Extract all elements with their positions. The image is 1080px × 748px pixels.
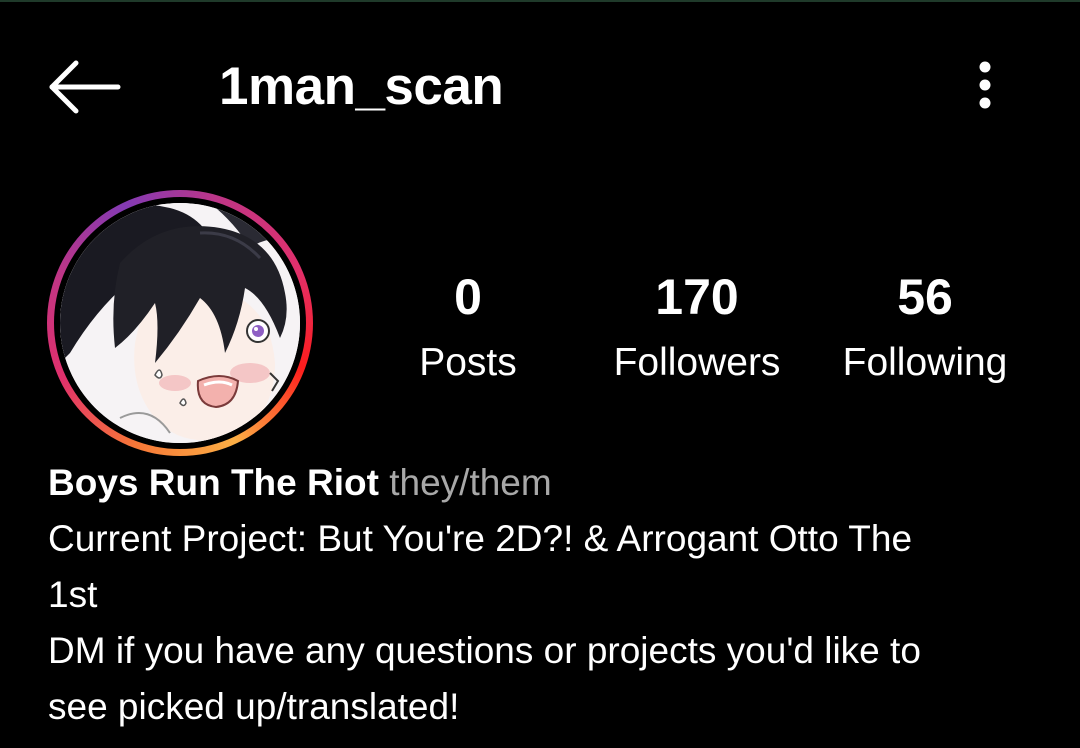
posts-count: 0	[454, 269, 482, 325]
followers-count: 170	[655, 269, 739, 325]
following-stat[interactable]: 56 Following	[820, 262, 1030, 394]
more-vertical-icon	[958, 52, 1014, 122]
bio-display-name: Boys Run The Riot	[48, 462, 379, 503]
anime-boy-avatar	[60, 203, 300, 443]
following-count: 56	[897, 269, 953, 325]
arrow-left-icon	[40, 52, 130, 122]
followers-label: Followers	[613, 341, 781, 384]
following-label: Following	[842, 341, 1008, 384]
followers-stat[interactable]: 170 Followers	[592, 262, 802, 394]
avatar	[60, 203, 300, 443]
profile-username: 1man_scan	[219, 57, 504, 116]
bio-text-line: see picked up/translated!	[48, 686, 460, 727]
more-options-button[interactable]	[958, 52, 1014, 122]
bio-text-line: 1st	[48, 574, 98, 615]
bio-pronouns: they/them	[389, 462, 552, 503]
back-button[interactable]	[40, 52, 130, 122]
posts-label: Posts	[419, 341, 517, 384]
bio-text-line: Current Project: But You're 2D?! & Arrog…	[48, 518, 913, 559]
story-ring[interactable]	[47, 190, 313, 456]
bio-name-line: Boys Run The Riot they/them	[48, 455, 1048, 511]
bio-text-line: DM if you have any questions or projects…	[48, 630, 921, 671]
posts-stat[interactable]: 0 Posts	[398, 262, 538, 394]
profile-bio: Boys Run The Riot they/them Current Proj…	[48, 455, 1048, 735]
profile-header: 1man_scan	[0, 0, 1080, 175]
